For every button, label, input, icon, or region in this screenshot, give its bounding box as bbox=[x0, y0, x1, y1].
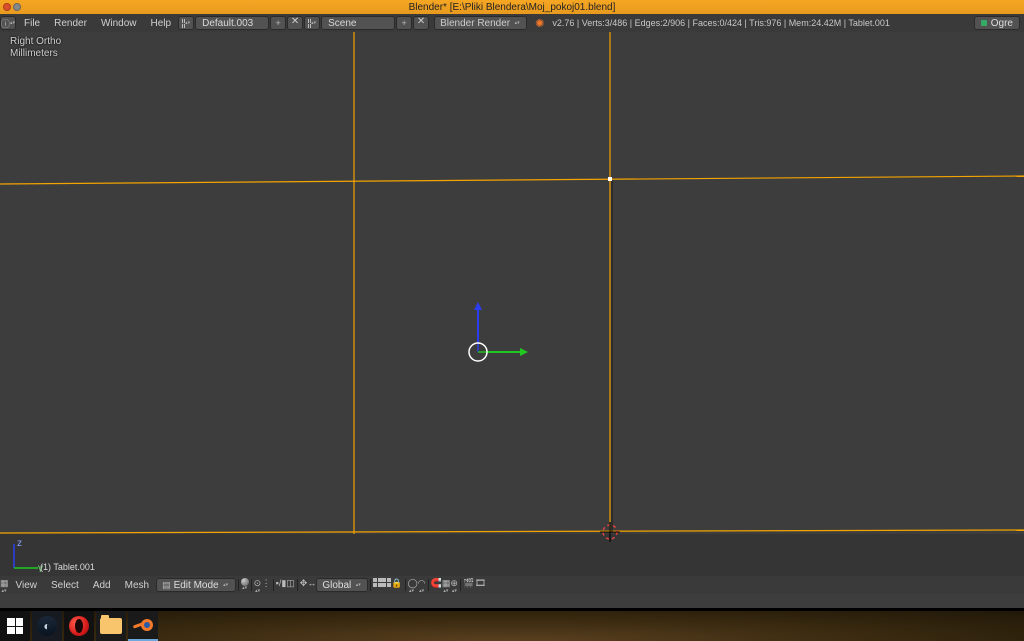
limit-selection-button[interactable]: ◫ bbox=[286, 578, 295, 592]
lock-camera-button[interactable]: 🔒 bbox=[391, 578, 402, 592]
steam-icon: ◐ bbox=[37, 616, 57, 636]
orientation-select[interactable]: Global ▴▾ bbox=[316, 578, 368, 592]
manip-translate-button[interactable]: ↔ bbox=[307, 578, 316, 592]
menu-render[interactable]: Render bbox=[47, 15, 94, 31]
scene-browse-icon[interactable]: ▴▾ bbox=[304, 16, 320, 30]
blender-logo-icon: ✺ bbox=[535, 17, 544, 30]
os-taskbar: ◐ bbox=[0, 611, 1024, 641]
transform-manipulator[interactable] bbox=[469, 302, 528, 361]
info-header: ⓘ▴▾ File Render Window Help ▴▾ Default.0… bbox=[0, 14, 1024, 32]
taskbar-steam[interactable]: ◐ bbox=[32, 611, 62, 641]
active-object-label: (1) Tablet.001 bbox=[40, 562, 95, 572]
axis-y-arrow-icon[interactable] bbox=[520, 348, 528, 356]
orientation-label: Global bbox=[322, 580, 351, 591]
manipulator-toggle[interactable]: ✥ bbox=[300, 578, 308, 592]
pivot-toggle[interactable]: ⋮ bbox=[262, 578, 271, 592]
separator bbox=[297, 579, 298, 591]
opengl-render-anim-button[interactable]: 🎞 bbox=[475, 578, 486, 592]
layout-field[interactable]: Default.003 bbox=[195, 16, 269, 30]
menu-select[interactable]: Select bbox=[44, 578, 86, 592]
stats-text: v2.76 | Verts:3/486 | Edges:2/906 | Face… bbox=[552, 18, 890, 28]
menu-file[interactable]: File bbox=[17, 15, 47, 31]
edit-mode-icon: ▤ bbox=[162, 580, 171, 591]
render-engine-select[interactable]: Blender Render ▴▾ bbox=[434, 16, 527, 30]
snap-element-select[interactable]: ▦▴▾ bbox=[442, 578, 451, 592]
window-titlebar: Blender* [E:\Pliki Blendera\Moj_pokoj01.… bbox=[0, 0, 1024, 14]
editor-type-icon[interactable]: ⓘ▴▾ bbox=[0, 16, 16, 30]
separator bbox=[251, 579, 252, 591]
axis-z-arrow-icon[interactable] bbox=[474, 302, 482, 310]
separator bbox=[428, 579, 429, 591]
snap-target-select[interactable]: ⊕▴▾ bbox=[450, 578, 458, 592]
viewport-canvas[interactable] bbox=[0, 32, 1024, 592]
proportional-falloff-select[interactable]: ◠▴▾ bbox=[418, 578, 426, 592]
folder-icon bbox=[100, 618, 122, 634]
window-title: Blender* [E:\Pliki Blendera\Moj_pokoj01.… bbox=[0, 2, 1024, 13]
separator bbox=[273, 579, 274, 591]
layers-button[interactable] bbox=[373, 578, 382, 592]
menu-add[interactable]: Add bbox=[86, 578, 118, 592]
shading-select[interactable]: ▴▾ bbox=[241, 578, 249, 592]
proportional-edit-select[interactable]: ◯▴▾ bbox=[408, 578, 418, 592]
mini-axis-icon: z y bbox=[10, 538, 44, 572]
scene-add-icon[interactable]: + bbox=[396, 16, 412, 30]
taskbar-blender[interactable] bbox=[128, 611, 158, 641]
layout-remove-icon[interactable]: ✕ bbox=[287, 16, 303, 30]
view-orientation-label: Right Ortho bbox=[10, 36, 61, 48]
separator bbox=[405, 579, 406, 591]
mode-select[interactable]: ▤ Edit Mode ▴▾ bbox=[156, 578, 236, 592]
editor-type-3dview-icon[interactable]: ▦▴▾ bbox=[0, 578, 9, 592]
pivot-select[interactable]: ⊙▴▾ bbox=[254, 578, 262, 592]
separator bbox=[238, 579, 239, 591]
3d-viewport[interactable]: Right Ortho Millimeters bbox=[0, 32, 1024, 608]
windows-logo-icon bbox=[7, 618, 23, 634]
separator bbox=[460, 579, 461, 591]
opera-icon bbox=[69, 616, 89, 636]
taskbar-opera[interactable] bbox=[64, 611, 94, 641]
taskbar-explorer[interactable] bbox=[96, 611, 126, 641]
scene-field[interactable]: Scene bbox=[321, 16, 395, 30]
3dview-header: ▦▴▾ View Select Add Mesh ▤ Edit Mode ▴▾ … bbox=[0, 576, 1024, 594]
svg-text:z: z bbox=[17, 538, 22, 549]
manipulator-center[interactable] bbox=[470, 344, 486, 360]
snap-toggle[interactable]: 🧲 bbox=[431, 578, 442, 592]
view-units-label: Millimeters bbox=[10, 48, 61, 60]
mode-label: Edit Mode bbox=[174, 580, 219, 591]
blender-icon bbox=[133, 615, 153, 635]
mesh-edge[interactable] bbox=[0, 530, 1024, 533]
menu-mesh[interactable]: Mesh bbox=[118, 578, 156, 592]
opengl-render-button[interactable]: 🎬 bbox=[463, 578, 474, 592]
selected-vertex[interactable] bbox=[608, 177, 612, 181]
separator bbox=[370, 579, 371, 591]
ogre-exporter-button[interactable]: Ogre bbox=[974, 16, 1020, 30]
menu-help[interactable]: Help bbox=[144, 15, 179, 31]
mesh-edge[interactable] bbox=[0, 176, 1024, 184]
start-button[interactable] bbox=[0, 611, 30, 641]
view-label: Right Ortho Millimeters bbox=[10, 36, 61, 60]
layout-add-icon[interactable]: + bbox=[270, 16, 286, 30]
menu-view[interactable]: View bbox=[9, 578, 45, 592]
ogre-led-icon bbox=[981, 20, 987, 26]
render-engine-label: Blender Render bbox=[440, 18, 510, 29]
layers-button-2[interactable] bbox=[382, 578, 391, 592]
ogre-label: Ogre bbox=[991, 18, 1013, 29]
scene-remove-icon[interactable]: ✕ bbox=[413, 16, 429, 30]
layout-browse-icon[interactable]: ▴▾ bbox=[178, 16, 194, 30]
menu-window[interactable]: Window bbox=[94, 15, 144, 31]
